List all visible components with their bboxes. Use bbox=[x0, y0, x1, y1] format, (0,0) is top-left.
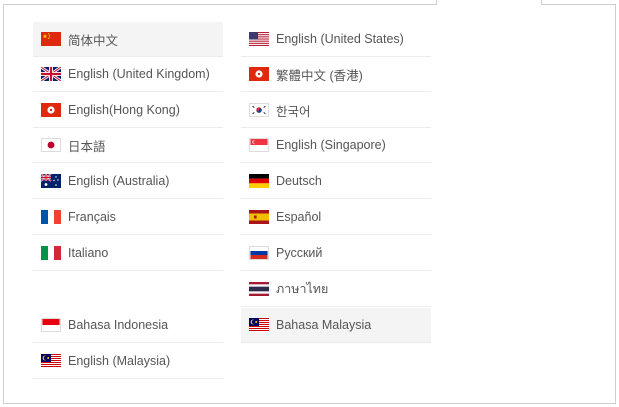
language-option-english-malaysia[interactable]: English (Malaysia) bbox=[33, 344, 223, 379]
language-label: English (United Kingdom) bbox=[68, 67, 210, 81]
thailand-flag-icon bbox=[249, 282, 269, 296]
language-option-english-australia[interactable]: English (Australia) bbox=[33, 164, 223, 199]
language-option-english-hong-kong[interactable]: English(Hong Kong) bbox=[33, 93, 223, 128]
japan-flag-icon bbox=[41, 138, 61, 152]
language-option-spanish[interactable]: Español bbox=[241, 200, 431, 235]
language-label: Italiano bbox=[68, 246, 109, 260]
hong-kong-flag-icon bbox=[249, 67, 269, 81]
language-label: Deutsch bbox=[276, 174, 322, 188]
south-korea-flag-icon bbox=[249, 103, 269, 117]
language-label: Français bbox=[68, 210, 116, 224]
language-option-japanese[interactable]: 日本語 bbox=[33, 128, 223, 163]
language-label: Русский bbox=[276, 246, 323, 260]
france-flag-icon bbox=[41, 210, 61, 224]
language-label: English(Hong Kong) bbox=[68, 103, 180, 117]
language-tab-connector bbox=[436, 0, 542, 5]
language-option-thai[interactable]: ภาษาไทย bbox=[241, 272, 431, 307]
spain-flag-icon bbox=[249, 210, 269, 224]
language-option-italian[interactable]: Italiano bbox=[33, 236, 223, 271]
language-label: Español bbox=[276, 210, 322, 224]
malaysia-flag-icon bbox=[249, 318, 269, 332]
uk-flag-icon bbox=[41, 67, 61, 81]
language-option-english-us[interactable]: English (United States) bbox=[241, 22, 431, 57]
language-option-simplified-chinese[interactable]: 简体中文 bbox=[33, 22, 223, 57]
language-label: Bahasa Indonesia bbox=[68, 318, 169, 332]
language-option-german[interactable]: Deutsch bbox=[241, 164, 431, 199]
germany-flag-icon bbox=[249, 174, 269, 188]
indonesia-flag-icon bbox=[41, 318, 61, 332]
language-label: English (Australia) bbox=[68, 174, 170, 188]
italy-flag-icon bbox=[41, 246, 61, 260]
language-option-english-uk[interactable]: English (United Kingdom) bbox=[33, 57, 223, 92]
language-option-indonesian[interactable]: Bahasa Indonesia bbox=[33, 308, 223, 343]
language-label: English (Malaysia) bbox=[68, 354, 171, 368]
language-label: 한국어 bbox=[276, 104, 311, 119]
australia-flag-icon bbox=[41, 174, 61, 188]
usa-flag-icon bbox=[249, 32, 269, 46]
malaysia-flag-icon bbox=[41, 354, 61, 368]
language-label: ภาษาไทย bbox=[276, 282, 329, 296]
language-label: 日本語 bbox=[68, 139, 106, 154]
language-label: English (Singapore) bbox=[276, 138, 386, 152]
language-label: 简体中文 bbox=[68, 33, 119, 48]
language-label: English (United States) bbox=[276, 32, 404, 46]
language-option-bahasa-malaysia[interactable]: Bahasa Malaysia bbox=[241, 308, 431, 343]
language-option-french[interactable]: Français bbox=[33, 200, 223, 235]
language-option-traditional-chinese-hk[interactable]: 繁體中文 (香港) bbox=[241, 57, 431, 92]
language-label: 繁體中文 (香港) bbox=[276, 68, 363, 83]
language-option-english-singapore[interactable]: English (Singapore) bbox=[241, 128, 431, 163]
language-label: Bahasa Malaysia bbox=[276, 318, 372, 332]
russia-flag-icon bbox=[249, 246, 269, 260]
language-option-russian[interactable]: Русский bbox=[241, 236, 431, 271]
singapore-flag-icon bbox=[249, 138, 269, 152]
language-option-korean[interactable]: 한국어 bbox=[241, 93, 431, 128]
hong-kong-flag-icon bbox=[41, 103, 61, 117]
china-flag-icon bbox=[41, 32, 61, 46]
